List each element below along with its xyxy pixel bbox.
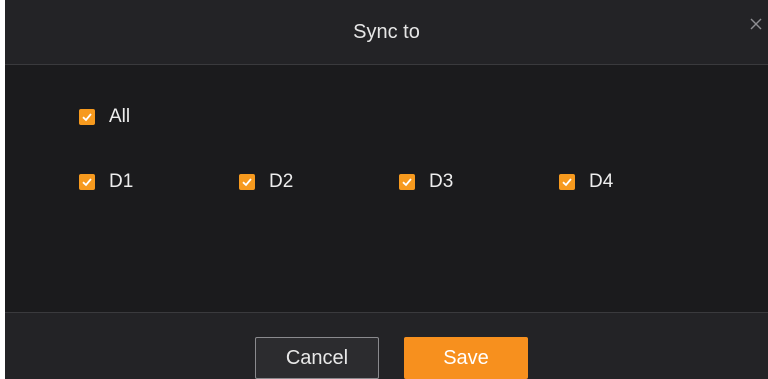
dialog-footer: Cancel Save [5, 312, 768, 379]
checkbox-checked-icon[interactable] [79, 109, 95, 125]
dialog-body: All D1 D2 D3 D4 [5, 65, 768, 312]
checkbox-d2-label: D2 [269, 171, 294, 192]
checkbox-checked-icon[interactable] [79, 174, 95, 190]
save-button[interactable]: Save [404, 337, 528, 379]
sync-dialog: Sync to All D1 D2 D3 D4 Cancel Save [5, 0, 768, 379]
checkbox-all[interactable]: All [79, 105, 130, 129]
dialog-title: Sync to [353, 21, 420, 43]
dialog-header: Sync to [5, 0, 768, 65]
cancel-button[interactable]: Cancel [255, 337, 379, 379]
checkbox-d3-label: D3 [429, 171, 454, 192]
close-icon[interactable] [748, 16, 764, 32]
checkbox-d1[interactable]: D1 [79, 170, 133, 194]
checkbox-d1-label: D1 [109, 171, 134, 192]
checkbox-checked-icon[interactable] [559, 174, 575, 190]
checkbox-checked-icon[interactable] [239, 174, 255, 190]
checkbox-d2[interactable]: D2 [239, 170, 293, 194]
checkbox-d3[interactable]: D3 [399, 170, 453, 194]
checkbox-d4-label: D4 [589, 171, 614, 192]
checkbox-all-label: All [109, 106, 131, 127]
checkbox-checked-icon[interactable] [399, 174, 415, 190]
checkbox-d4[interactable]: D4 [559, 170, 613, 194]
